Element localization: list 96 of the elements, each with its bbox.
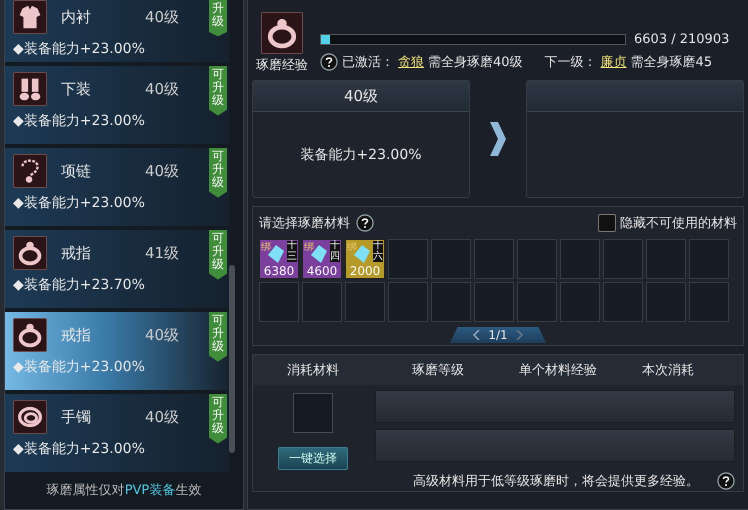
- chevron-right-icon[interactable]: [516, 330, 523, 340]
- empty-slot[interactable]: [646, 239, 686, 279]
- empty-slot[interactable]: [431, 239, 471, 279]
- material-item[interactable]: 绑 十六 2000: [345, 239, 385, 279]
- materials-title: 请选择琢磨材料: [259, 215, 350, 232]
- experience-label: 琢磨经验: [256, 57, 308, 74]
- empty-slot[interactable]: [517, 282, 557, 322]
- hint-text: 高级材料用于低等级琢磨时，将会提供更多经验。: [413, 473, 699, 490]
- empty-slot[interactable]: [560, 239, 600, 279]
- equipment-name: 戒指: [61, 326, 92, 344]
- equipment-level: 40级: [145, 326, 180, 344]
- empty-slot[interactable]: [603, 282, 643, 322]
- empty-slot[interactable]: [388, 282, 428, 322]
- upgrade-badge: 可升级: [209, 148, 227, 198]
- equipment-item[interactable]: 戒指 41级 ◆装备能力+23.70% 可升级: [5, 230, 229, 308]
- upgrade-badge: 可升级: [209, 394, 227, 444]
- shirt-icon: [13, 0, 47, 34]
- equipment-level: 40级: [145, 162, 180, 180]
- empty-slot[interactable]: [474, 239, 514, 279]
- empty-slot[interactable]: [388, 239, 428, 279]
- bound-mark: 绑: [347, 240, 357, 254]
- material-count: 2000: [348, 264, 382, 278]
- experience-reading: 6603 / 210903: [634, 32, 730, 47]
- equipment-name: 下装: [61, 80, 92, 98]
- upgrade-badge: 升级: [209, 0, 227, 36]
- material-grade: 十三: [287, 241, 297, 262]
- equipment-stat: ◆装备能力+23.00%: [13, 40, 146, 58]
- empty-slot[interactable]: [431, 282, 471, 322]
- ring-icon: [13, 236, 47, 270]
- empty-slot[interactable]: [302, 282, 342, 322]
- equipment-item[interactable]: 下装 40级 ◆装备能力+23.00% 可升级: [5, 66, 229, 144]
- help-icon[interactable]: [320, 53, 338, 71]
- equipment-stat: ◆装备能力+23.00%: [13, 440, 146, 458]
- next-level-link[interactable]: 廉贞: [600, 53, 627, 71]
- equipment-name: 内衬: [61, 8, 92, 26]
- next-level-label: 下一级：: [544, 54, 597, 71]
- column-header: 本次消耗: [641, 362, 695, 379]
- activated-label: 已激活：: [342, 54, 394, 71]
- equipment-item[interactable]: 戒指 40级 ◆装备能力+23.00% 可升级: [5, 312, 229, 390]
- material-grade: 十四: [330, 241, 340, 262]
- page-indicator: 1/1: [488, 328, 508, 342]
- equipment-level: 40级: [145, 80, 180, 98]
- auto-select-button[interactable]: 一键选择: [278, 447, 348, 470]
- material-item[interactable]: 绑 十四 4600: [302, 239, 342, 279]
- bracelet-icon: [13, 400, 47, 434]
- scrollbar[interactable]: [229, 265, 235, 453]
- tier-stat: 装备能力+23.00%: [300, 146, 422, 164]
- bound-mark: 绑: [304, 240, 314, 254]
- equipment-name: 戒指: [61, 244, 92, 262]
- empty-slot[interactable]: [560, 282, 600, 322]
- empty-slot[interactable]: [517, 239, 557, 279]
- equipment-stat: ◆装备能力+23.00%: [13, 194, 146, 212]
- upgrade-badge: 可升级: [209, 66, 227, 116]
- empty-slot[interactable]: [689, 282, 729, 322]
- empty-slot[interactable]: [345, 282, 385, 322]
- activated-requirement: 需全身琢磨40级: [428, 54, 523, 71]
- equipment-name: 手镯: [61, 408, 92, 426]
- empty-slot[interactable]: [689, 239, 729, 279]
- equipment-item[interactable]: 项链 40级 ◆装备能力+23.00% 可升级: [5, 148, 229, 226]
- help-icon[interactable]: [717, 472, 735, 490]
- equipment-item[interactable]: 手镯 40级 ◆装备能力+23.00% 可升级: [5, 394, 229, 472]
- pvp-note: 琢磨属性仅对PVP装备生效: [46, 482, 202, 500]
- hide-unusable-label: 隐藏不可使用的材料: [620, 215, 737, 232]
- equipment-stat: ◆装备能力+23.70%: [13, 276, 146, 294]
- ring-icon: [261, 12, 303, 54]
- pants-icon: [13, 72, 47, 106]
- material-slot[interactable]: [293, 393, 333, 433]
- empty-slot[interactable]: [646, 282, 686, 322]
- chevron-right-icon: [488, 122, 508, 156]
- hide-unusable-checkbox[interactable]: [598, 214, 616, 232]
- equipment-name: 项链: [61, 162, 92, 180]
- column-header: 消耗材料: [286, 362, 340, 379]
- next-level-requirement: 需全身琢磨45: [630, 54, 712, 71]
- material-grade: 十六: [373, 241, 383, 262]
- ring-icon: [13, 318, 47, 352]
- empty-slot[interactable]: [474, 282, 514, 322]
- chevron-left-icon[interactable]: [473, 330, 480, 340]
- column-header: 单个材料经验: [518, 362, 598, 379]
- help-icon[interactable]: [356, 214, 374, 232]
- material-count: 6380: [262, 264, 296, 278]
- equipment-item[interactable]: 内衬 40级 ◆装备能力+23.00% 升级: [5, 0, 229, 62]
- bound-mark: 绑: [261, 240, 271, 254]
- material-count: 4600: [306, 264, 338, 278]
- equipment-stat: ◆装备能力+23.00%: [13, 358, 146, 376]
- column-header: 琢磨等级: [411, 362, 465, 379]
- tier-level: 40级: [344, 86, 378, 106]
- equipment-level: 40级: [145, 408, 180, 426]
- equipment-level: 41级: [145, 244, 180, 262]
- activated-link[interactable]: 贪狼: [398, 53, 424, 71]
- empty-slot[interactable]: [603, 239, 643, 279]
- equipment-stat: ◆装备能力+23.00%: [13, 112, 146, 130]
- equipment-level: 40级: [145, 8, 180, 26]
- upgrade-badge: 可升级: [209, 230, 227, 280]
- material-item[interactable]: 绑 十三 6380: [259, 239, 299, 279]
- empty-slot[interactable]: [259, 282, 299, 322]
- upgrade-badge: 可升级: [209, 312, 227, 362]
